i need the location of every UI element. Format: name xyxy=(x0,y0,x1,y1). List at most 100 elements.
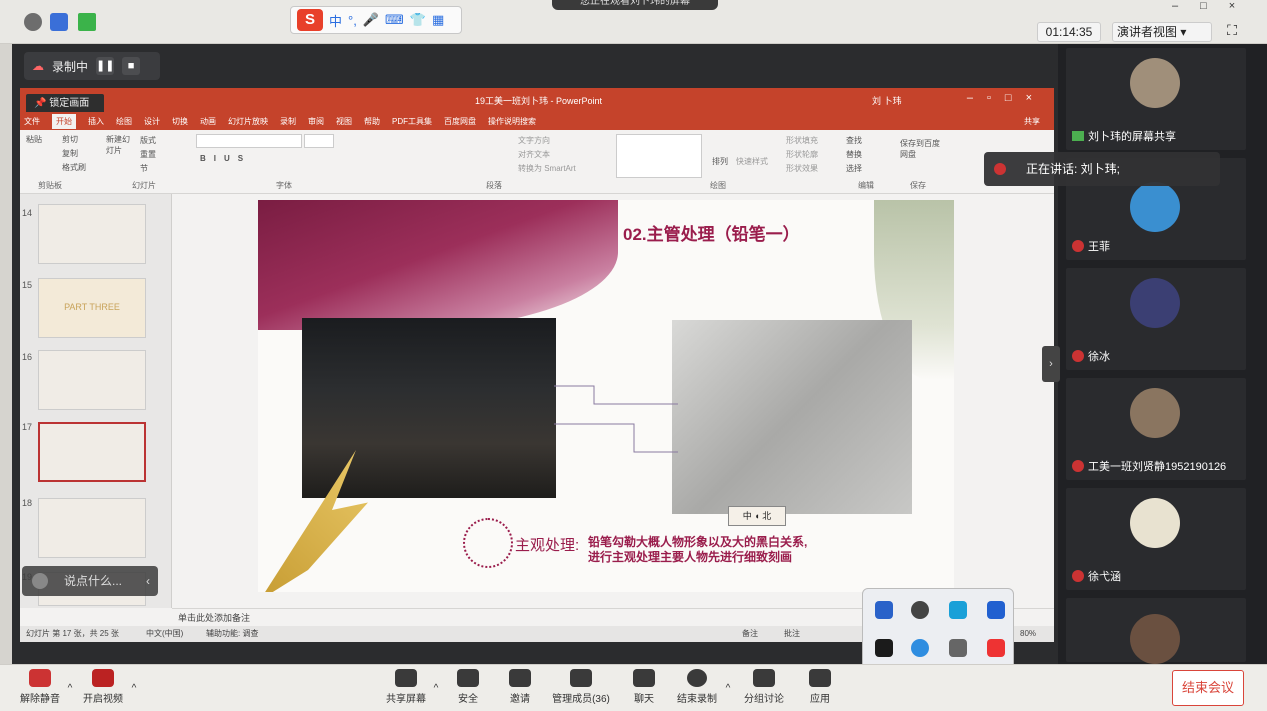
usb-icon[interactable] xyxy=(949,639,967,657)
chevron-left-icon[interactable]: ‹ xyxy=(146,566,150,596)
chat-button[interactable]: 聊天 xyxy=(626,669,662,705)
monitor-icon[interactable] xyxy=(949,601,967,619)
arrange-button[interactable]: 排列 xyxy=(712,156,728,167)
participant-tile[interactable]: 徐冰 xyxy=(1066,268,1246,370)
members-button[interactable]: 管理成员(36) xyxy=(548,669,614,705)
share-screen-button[interactable]: 共享屏幕 xyxy=(382,669,430,705)
layout-button[interactable]: 版式 xyxy=(140,134,156,148)
tab-help[interactable]: 帮助 xyxy=(364,116,380,127)
text-direction-button[interactable]: 文字方向 xyxy=(518,134,576,148)
ime-keyboard-icon[interactable]: ⌨ xyxy=(385,12,404,28)
status-accessibility[interactable]: 辅助功能: 调查 xyxy=(206,626,258,642)
tab-file[interactable]: 文件 xyxy=(24,116,40,127)
paste-button[interactable]: 粘贴 xyxy=(26,134,42,145)
pause-icon[interactable]: ❚❚ xyxy=(96,57,114,75)
slide-thumbnail[interactable] xyxy=(38,350,146,410)
ime-toolbox-icon[interactable]: ▦ xyxy=(432,12,444,28)
tab-draw[interactable]: 绘图 xyxy=(116,116,132,127)
video-button[interactable]: 开启视频 xyxy=(78,669,128,705)
k-icon[interactable] xyxy=(987,601,1005,619)
tab-slideshow[interactable]: 幻灯片放映 xyxy=(228,116,268,127)
tab-animations[interactable]: 动画 xyxy=(200,116,216,127)
tab-review[interactable]: 审阅 xyxy=(308,116,324,127)
chevron-up-icon[interactable]: ^ xyxy=(128,683,140,694)
save-baidu-button[interactable]: 保存到百度网盘 xyxy=(900,138,940,160)
end-recording-button[interactable]: 结束录制 xyxy=(672,669,722,705)
smartart-button[interactable]: 转换为 SmartArt xyxy=(518,162,576,176)
slide-thumbnail[interactable]: PART THREE xyxy=(38,278,146,338)
shield-icon[interactable] xyxy=(50,13,68,31)
nvidia-icon[interactable] xyxy=(875,639,893,657)
slide-thumbnail[interactable] xyxy=(38,498,146,558)
ime-skin-icon[interactable]: 👕 xyxy=(410,12,426,28)
format-painter-button[interactable]: 格式刷 xyxy=(62,162,122,173)
info-icon[interactable] xyxy=(24,13,42,31)
mute-button[interactable]: 解除静音 xyxy=(16,669,64,705)
app-icon[interactable] xyxy=(911,601,929,619)
lock-screen-button[interactable]: 📌 锁定画面 xyxy=(26,94,104,114)
participant-tile[interactable]: 刘卜玮的屏幕共享 xyxy=(1066,48,1246,150)
section-button[interactable]: 节 xyxy=(140,162,156,176)
breakout-button[interactable]: 分组讨论 xyxy=(740,669,788,705)
quick-styles-button[interactable]: 快速样式 xyxy=(736,156,768,167)
font-size-box[interactable] xyxy=(304,134,334,148)
tab-transitions[interactable]: 切换 xyxy=(172,116,188,127)
new-slide-button[interactable]: 新建幻灯片 xyxy=(106,134,136,156)
ime-punct-icon[interactable]: °, xyxy=(348,13,357,28)
shape-outline-button[interactable]: 形状轮廓 xyxy=(786,148,818,162)
participant-tile[interactable]: 徐弋涵 xyxy=(1066,488,1246,590)
tab-baidu[interactable]: 百度网盘 xyxy=(444,116,476,127)
zoom-level[interactable]: 80% xyxy=(1020,626,1036,642)
speaker-view-dropdown[interactable]: 演讲者视图 ▾ xyxy=(1112,22,1212,42)
font-name-box[interactable] xyxy=(196,134,302,148)
ime-chinese-icon[interactable]: 中 xyxy=(329,11,342,30)
current-slide: 02.主管处理（铅笔一） 主观处理: 铅笔勾勒大概人物形象以及大的黑白关系, 进… xyxy=(258,200,954,592)
shape-effects-button[interactable]: 形状效果 xyxy=(786,162,818,176)
tab-insert[interactable]: 插入 xyxy=(88,116,104,127)
security-button[interactable]: 安全 xyxy=(450,669,486,705)
group-label-font: 字体 xyxy=(276,181,292,190)
tab-search[interactable]: 操作说明搜索 xyxy=(488,116,536,127)
invite-button[interactable]: 邀请 xyxy=(502,669,538,705)
shapes-gallery[interactable] xyxy=(616,134,702,178)
ppt-window-controls[interactable]: –▫□× xyxy=(967,92,1046,104)
ime-toolbar[interactable]: S 中 °, 🎤 ⌨ 👕 ▦ xyxy=(290,6,462,34)
font-format-buttons[interactable]: BIUS xyxy=(200,154,251,163)
participant-tile[interactable] xyxy=(1066,598,1246,664)
fullscreen-icon[interactable]: ⛶ xyxy=(1222,22,1242,42)
wps-icon[interactable] xyxy=(987,639,1005,657)
end-meeting-button[interactable]: 结束会议 xyxy=(1172,670,1244,706)
tab-design[interactable]: 设计 xyxy=(144,116,160,127)
status-notes-button[interactable]: 备注 xyxy=(742,626,758,642)
tab-pdf[interactable]: PDF工具集 xyxy=(392,116,432,127)
avatar xyxy=(1130,388,1180,438)
find-button[interactable]: 查找 xyxy=(846,134,862,148)
avatar xyxy=(1130,614,1180,664)
stop-icon[interactable]: ■ xyxy=(122,57,141,75)
align-text-button[interactable]: 对齐文本 xyxy=(518,148,576,162)
ime-voice-icon[interactable]: 🎤 xyxy=(363,12,379,28)
collapse-panel-button[interactable]: › xyxy=(1042,346,1060,382)
chevron-up-icon[interactable]: ^ xyxy=(722,683,734,694)
tab-home[interactable]: 开始 xyxy=(52,113,76,129)
replace-button[interactable]: 替换 xyxy=(846,148,862,162)
tab-view[interactable]: 视图 xyxy=(336,116,352,127)
edge-icon[interactable] xyxy=(911,639,929,657)
defender-icon[interactable] xyxy=(875,601,893,619)
slide-thumbnail[interactable] xyxy=(38,204,146,264)
chevron-up-icon[interactable]: ^ xyxy=(430,683,442,694)
reset-button[interactable]: 重置 xyxy=(140,148,156,162)
tab-record[interactable]: 录制 xyxy=(280,116,296,127)
chevron-up-icon[interactable]: ^ xyxy=(64,683,76,694)
shape-fill-button[interactable]: 形状填充 xyxy=(786,134,818,148)
ppt-share-button[interactable]: 共享 xyxy=(1024,116,1040,127)
participant-tile[interactable]: 工美一班刘贤静1952190126 xyxy=(1066,378,1246,480)
slide-thumbnail-active[interactable] xyxy=(38,422,146,482)
select-button[interactable]: 选择 xyxy=(846,162,862,176)
emoji-icon[interactable] xyxy=(32,573,48,589)
chat-input[interactable]: 说点什么... ‹ xyxy=(22,566,158,596)
status-comments-button[interactable]: 批注 xyxy=(784,626,800,642)
signal-icon[interactable] xyxy=(78,13,96,31)
apps-button[interactable]: 应用 xyxy=(802,669,838,705)
window-controls[interactable]: –□× xyxy=(1172,0,1257,12)
